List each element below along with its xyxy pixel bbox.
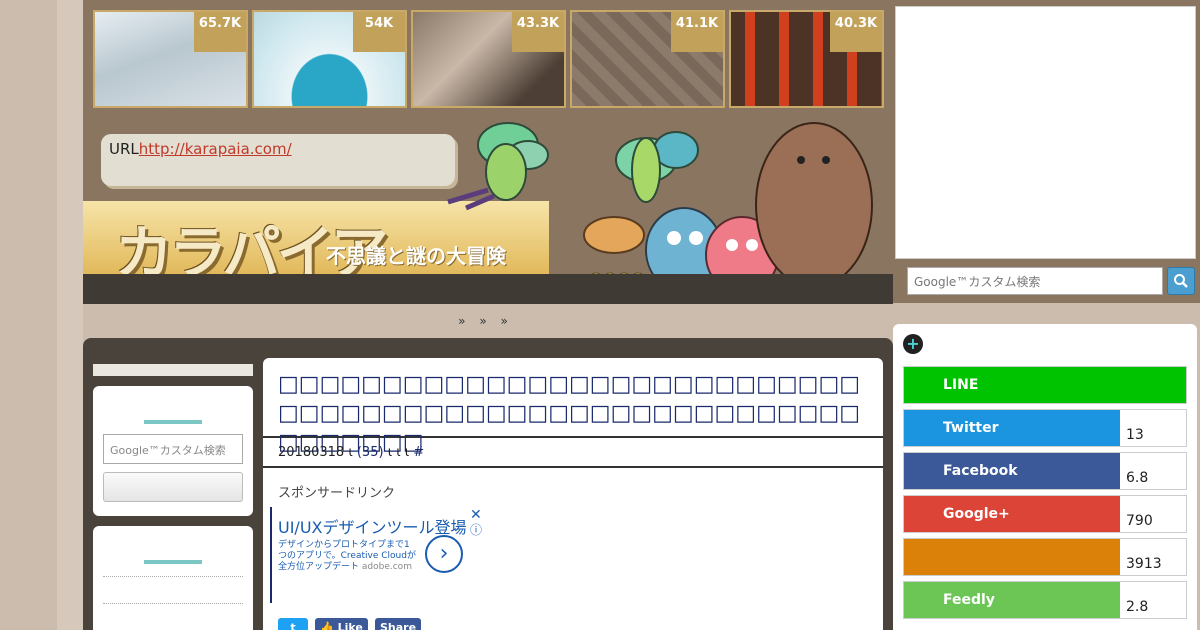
share-service-label[interactable]: LINE xyxy=(904,367,1186,403)
twitter-share-button[interactable]: t xyxy=(278,618,308,630)
article-share-buttons: t 👍 Like Share xyxy=(278,616,423,630)
article-card: □□□□□□□□□□□□□□□□□□□□□□□□□□□□□□□□□□□□□□□□… xyxy=(263,358,883,630)
share-service-label[interactable]: Google+ xyxy=(904,496,1120,532)
share-count: 790 xyxy=(1126,513,1153,529)
share-row[interactable]: Feedly 2.8 xyxy=(903,581,1187,619)
popular-thumbnail[interactable]: 54K xyxy=(252,10,407,108)
right-search-input[interactable]: Google™カスタム検索 xyxy=(907,267,1163,295)
view-count-badge: 41.1K xyxy=(671,12,723,52)
share-row[interactable]: Google+ 790 xyxy=(903,495,1187,533)
ad-body: デザインからプロトタイプまで1つのアプリで。Creative Cloudが全方位… xyxy=(278,540,416,572)
facebook-share-button[interactable]: Share xyxy=(374,618,422,630)
meta-separator: ι xyxy=(348,445,353,460)
comment-count-link[interactable]: (35) xyxy=(357,445,384,460)
share-count: 13 xyxy=(1126,427,1144,443)
facebook-like-button[interactable]: 👍 Like xyxy=(315,618,368,630)
mascot-illustration xyxy=(447,122,873,294)
site-url-link[interactable]: http://karapaia.com/ xyxy=(139,140,292,158)
meta-separator: ι ι ι xyxy=(387,445,410,460)
share-row[interactable]: 3913 xyxy=(903,538,1187,576)
plus-icon[interactable]: + xyxy=(903,334,923,354)
ad-source: adobe.com xyxy=(361,562,412,572)
list-divider xyxy=(103,603,243,604)
share-service-label[interactable]: Feedly xyxy=(904,582,1120,618)
article-date: 20180318 xyxy=(278,445,345,460)
breadcrumb-separator[interactable]: » xyxy=(479,314,486,328)
left-stripe xyxy=(57,0,83,630)
popular-thumbnail[interactable]: 43.3K xyxy=(411,10,566,108)
sidebar-search-widget: Google™カスタム検索 xyxy=(93,386,253,516)
share-row[interactable]: Twitter 13 xyxy=(903,409,1187,447)
view-count-badge: 54K xyxy=(353,12,405,52)
share-row[interactable]: LINE xyxy=(903,366,1187,404)
share-row[interactable]: Facebook 6.8 xyxy=(903,452,1187,490)
sponsored-label: スポンサードリンク xyxy=(278,486,396,501)
popular-thumbnail[interactable]: 41.1K xyxy=(570,10,725,108)
ad-headline[interactable]: UI/UXデザインツール登場 xyxy=(278,517,482,538)
sidebar-list-widget xyxy=(93,526,253,630)
share-service-label[interactable]: Twitter xyxy=(904,410,1120,446)
sidebar-search-input[interactable]: Google™カスタム検索 xyxy=(103,434,243,464)
share-service-label[interactable]: Facebook xyxy=(904,453,1120,489)
sidebar-top-strip xyxy=(93,364,253,376)
sidebar-search-button[interactable] xyxy=(103,472,243,502)
share-count: 6.8 xyxy=(1126,470,1149,486)
popular-thumbnail[interactable]: 40.3K xyxy=(729,10,884,108)
url-label: URL xyxy=(109,140,139,158)
site-url-box: URLhttp://karapaia.com/ xyxy=(101,134,455,186)
permalink-hash[interactable]: # xyxy=(413,445,424,460)
header-dark-band xyxy=(83,274,893,304)
search-icon[interactable] xyxy=(1167,267,1195,295)
breadcrumb-separator[interactable]: » xyxy=(458,314,465,328)
share-count: 2.8 xyxy=(1126,599,1149,615)
view-count-badge: 65.7K xyxy=(194,12,246,52)
bird-mascot-icon xyxy=(583,122,873,294)
view-count-badge: 40.3K xyxy=(830,12,882,52)
view-count-badge: 43.3K xyxy=(512,12,564,52)
share-count: 3913 xyxy=(1126,556,1162,572)
breadcrumb-separator[interactable]: » xyxy=(501,314,508,328)
popular-thumbnail[interactable]: 65.7K xyxy=(93,10,248,108)
ad-placeholder xyxy=(895,6,1196,259)
share-service-label[interactable] xyxy=(904,539,1120,575)
article-title[interactable]: □□□□□□□□□□□□□□□□□□□□□□□□□□□□□□□□□□□□□□□□… xyxy=(263,358,883,455)
breadcrumb: » » » xyxy=(83,304,883,338)
share-panel: + LINE Twitter 13 Facebook 6.8 Google+ 790 3913… xyxy=(893,324,1197,630)
sponsored-ad[interactable]: UI/UXデザインツール登場 デザインからプロトタイプまで1つのアプリで。Cre… xyxy=(270,507,482,603)
chevron-right-icon[interactable]: › xyxy=(425,535,463,573)
info-icon[interactable]: ⓘ xyxy=(470,521,482,538)
moth-mascot-icon xyxy=(447,122,549,211)
